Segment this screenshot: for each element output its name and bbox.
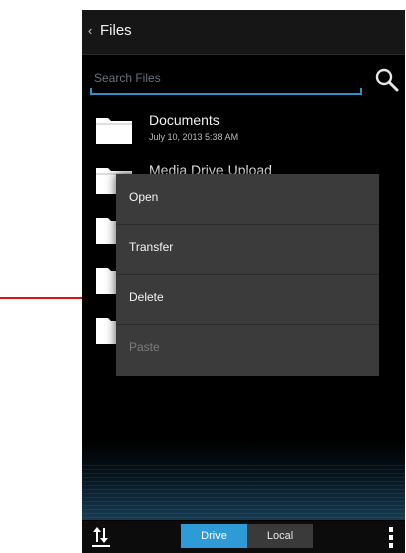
action-bar: ‹ Files — [82, 10, 405, 55]
phone-screen: ‹ Files Documents July 10, 2013 5:38 AM … — [82, 10, 405, 553]
search-field[interactable] — [90, 66, 366, 96]
menu-item-label: Open — [129, 190, 159, 204]
menu-item-label: Delete — [129, 290, 164, 304]
search-input[interactable] — [90, 66, 366, 90]
overflow-menu-icon[interactable] — [385, 524, 397, 550]
search-underline — [90, 93, 362, 95]
search-icon[interactable] — [374, 67, 400, 93]
menu-item-transfer[interactable]: Transfer — [116, 224, 379, 275]
file-name: Documents — [149, 112, 220, 128]
back-icon[interactable]: ‹ — [88, 23, 92, 38]
tab-local[interactable]: Local — [247, 524, 313, 548]
file-date: July 10, 2013 5:38 AM — [149, 132, 239, 142]
menu-item-paste: Paste — [116, 324, 379, 374]
search-underline-tick-left — [90, 88, 92, 94]
menu-item-label: Transfer — [129, 240, 174, 254]
context-menu: Open Transfer Delete Paste — [116, 174, 379, 376]
menu-item-delete[interactable]: Delete — [116, 274, 379, 325]
transfer-arrows-icon[interactable] — [89, 524, 113, 548]
bottom-bar: Drive Local — [82, 521, 405, 553]
search-underline-tick-right — [360, 88, 362, 94]
page-title[interactable]: Files — [100, 22, 132, 39]
folder-icon — [96, 118, 132, 144]
menu-item-label: Paste — [129, 340, 160, 354]
background-scanlines — [82, 465, 405, 520]
list-item[interactable]: Documents July 10, 2013 5:38 AM — [82, 106, 405, 156]
menu-item-open[interactable]: Open — [116, 174, 379, 225]
tab-drive[interactable]: Drive — [181, 524, 247, 548]
